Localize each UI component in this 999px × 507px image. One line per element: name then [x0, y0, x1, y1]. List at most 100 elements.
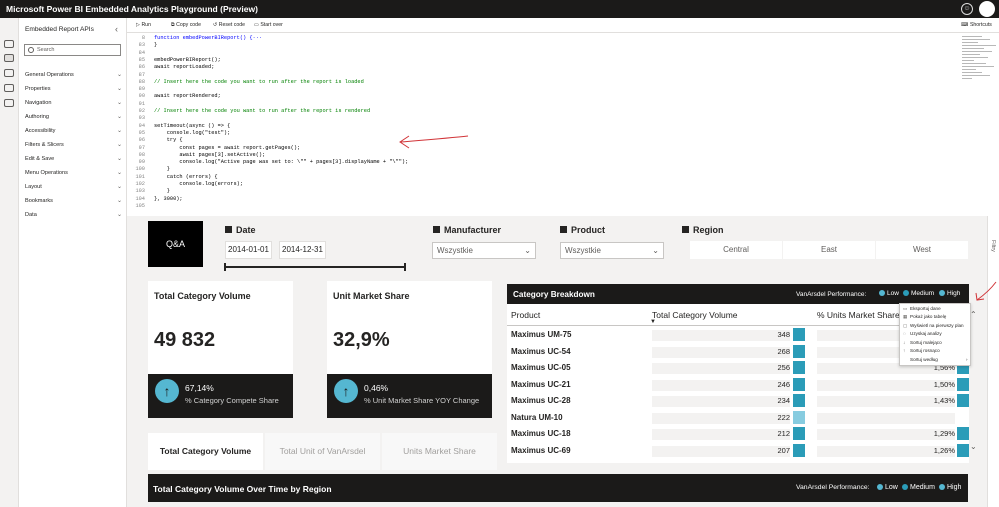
region-option-central[interactable]: Central: [690, 241, 782, 259]
editor-minimap[interactable]: [962, 33, 999, 88]
context-menu-item[interactable]: ▭ Eksportuj dane: [903, 306, 941, 311]
table-row[interactable]: Maximus UC-69 207 1,26%: [507, 442, 969, 459]
sidebar-item-label: Properties: [25, 86, 51, 92]
context-menu-item[interactable]: ▢ Wyświetl na pierwszy plan: [903, 323, 964, 328]
product-cell: Maximus UC-21: [511, 379, 571, 389]
sidebar-item-label: Layout: [25, 184, 42, 190]
manufacturer-dropdown[interactable]: Wszystkie ⌄: [432, 242, 536, 259]
chevron-down-icon: ⌄: [116, 142, 122, 148]
trophy-icon[interactable]: [4, 84, 14, 92]
tab-total-unit-vanarsdel[interactable]: Total Unit of VanArsdel: [265, 433, 380, 470]
volume-cell: 212: [777, 429, 790, 438]
line-number: 84: [138, 49, 145, 56]
col-share[interactable]: % Units Market Share: [817, 310, 900, 320]
sidebar-item[interactable]: General Operations ⌄: [25, 70, 122, 80]
code-line: 86 await reportLoaded;: [127, 64, 957, 71]
code-line: 91: [127, 101, 957, 108]
sidebar-item-label: Edit & Save: [25, 156, 55, 162]
code-text: console.log("Active page was set to: \""…: [154, 159, 409, 166]
product-cell: Maximus UC-18: [511, 429, 571, 438]
col-volume[interactable]: Total Category Volume: [652, 310, 738, 320]
context-menu-item[interactable]: Sortuj według ›: [910, 357, 968, 362]
product-dropdown[interactable]: Wszystkie ⌄: [560, 242, 664, 259]
region-option-west[interactable]: West: [876, 241, 968, 259]
date-slicer-title: Date: [225, 225, 256, 235]
sort-desc-icon: ▼: [650, 319, 656, 325]
date-end-input[interactable]: 2014-12-31: [279, 241, 326, 259]
start-over-button[interactable]: ▭ Start over: [254, 22, 283, 28]
sidebar: Embedded Report APIs ‹ Search General Op…: [19, 18, 127, 507]
search-input[interactable]: Search: [24, 44, 121, 56]
volume-cell: 234: [777, 396, 790, 405]
line-number: 8: [141, 35, 145, 41]
arrow-up-icon: ↑: [334, 379, 358, 403]
line-number: 94: [138, 122, 145, 129]
date-range-slider[interactable]: [224, 263, 406, 271]
reset-code-button[interactable]: ↺ Reset code: [213, 22, 245, 28]
line-number: 85: [138, 56, 145, 63]
performance-indicator: [793, 443, 805, 457]
code-text: embedPowerBIReport();: [154, 56, 221, 63]
avatar[interactable]: [979, 1, 995, 17]
table-row[interactable]: Maximus UC-18 212 1,29%: [507, 426, 969, 442]
code-line: 103 }: [127, 188, 957, 195]
volume-cell: 246: [777, 379, 790, 389]
menu-item-icon: ▭: [903, 305, 908, 311]
sidebar-item[interactable]: Authoring ⌄: [25, 112, 122, 122]
table-row[interactable]: Maximus UC-21 246 1,50%: [507, 376, 969, 393]
qa-button[interactable]: Q&A: [148, 221, 203, 267]
code-icon[interactable]: [4, 54, 14, 62]
line-number: 100: [135, 166, 145, 173]
minimap-line: [962, 36, 982, 37]
context-menu-item[interactable]: ↓ Sortuj malejąco: [903, 340, 942, 345]
sidebar-item-label: General Operations: [25, 72, 74, 78]
minimap-line: [962, 57, 988, 58]
card-title: Total Category Volume: [154, 291, 251, 301]
line-number: 91: [138, 100, 145, 107]
sidebar-item[interactable]: Navigation ⌄: [25, 98, 122, 108]
region-option-east[interactable]: East: [783, 241, 875, 259]
context-menu-item[interactable]: ◌ Uzyskaj analizy: [903, 331, 942, 336]
table-row[interactable]: Natura UM-10 222: [507, 409, 969, 426]
kpi-value: 0,46%: [364, 383, 389, 393]
run-button[interactable]: ▷ Run: [136, 22, 151, 28]
sidebar-item[interactable]: Accessibility ⌄: [25, 126, 122, 136]
arrow-up-icon: ↑: [155, 379, 179, 403]
shortcuts-button[interactable]: ⌨ Shortcuts: [961, 22, 992, 28]
table-row[interactable]: Maximus UC-28 234 1,43%: [507, 393, 969, 409]
sidebar-item[interactable]: Menu Operations ⌄: [25, 168, 122, 178]
tab-units-market-share[interactable]: Units Market Share: [382, 433, 497, 470]
share-bar: [817, 412, 955, 424]
minimap-line: [962, 69, 976, 70]
home-icon[interactable]: [4, 40, 14, 48]
app-title: Microsoft Power BI Embedded Analytics Pl…: [6, 4, 258, 14]
code-line: 89: [127, 86, 957, 93]
scroll-down-icon[interactable]: ⌄: [970, 442, 977, 451]
sidebar-item[interactable]: Filters & Slicers ⌄: [25, 140, 122, 150]
context-menu-item[interactable]: ▦ Pokaż jako tabelę: [903, 314, 946, 319]
sidebar-item[interactable]: Edit & Save ⌄: [25, 154, 122, 164]
sidebar-item[interactable]: Bookmarks ⌄: [25, 196, 122, 206]
sidebar-item[interactable]: Properties ⌄: [25, 84, 122, 94]
toolbar: ▷ Run ⧉ Copy code ↺ Reset code ▭ Start o…: [127, 18, 999, 33]
col-product[interactable]: Product: [511, 310, 540, 320]
code-editor[interactable]: 8 function embedPowerBIReport() {··· 83} 84…: [127, 33, 999, 216]
context-menu: ▭ Eksportuj dane ▦ Pokaż jako tabelę ▢ Wyświe…: [899, 303, 971, 366]
volume-cell: 207: [777, 445, 790, 455]
context-menu-item[interactable]: ↑ Sortuj rosnąco: [903, 348, 940, 353]
copy-code-button[interactable]: ⧉ Copy code: [171, 22, 201, 29]
smiley-icon[interactable]: ☺: [961, 3, 973, 15]
sidebar-item[interactable]: Layout ⌄: [25, 182, 122, 192]
book-icon[interactable]: [4, 99, 14, 107]
search-placeholder: Search: [37, 47, 55, 53]
scroll-up-icon[interactable]: ⌃: [970, 310, 977, 319]
tab-total-category-volume[interactable]: Total Category Volume: [148, 433, 263, 470]
code-text: }, 3000);: [154, 195, 183, 202]
filters-pane[interactable]: Filtry: [987, 216, 999, 507]
product-cell: Maximus UC-05: [511, 363, 571, 372]
collapse-chevron-icon[interactable]: ‹: [115, 24, 118, 34]
list-icon[interactable]: [4, 69, 14, 77]
legend-low: Low: [877, 484, 898, 491]
sidebar-item[interactable]: Data ⌄: [25, 210, 122, 220]
date-start-input[interactable]: 2014-01-01: [225, 241, 272, 259]
